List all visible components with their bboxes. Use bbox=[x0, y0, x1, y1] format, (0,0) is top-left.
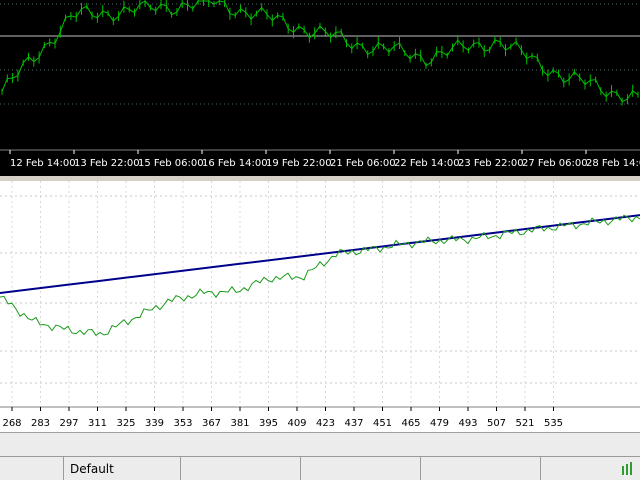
price-x-tick-label: 27 Feb 06:00 bbox=[522, 158, 588, 169]
status-divider bbox=[63, 457, 64, 480]
equity-x-tick-label: 493 bbox=[458, 418, 477, 429]
price-x-tick-label: 21 Feb 06:00 bbox=[330, 158, 396, 169]
equity-x-tick-label: 437 bbox=[344, 418, 363, 429]
equity-x-tick-label: 325 bbox=[116, 418, 135, 429]
equity-x-tick-label: 479 bbox=[430, 418, 449, 429]
price-x-tick-label: 12 Feb 14:00 bbox=[10, 158, 76, 169]
equity-x-tick-label: 311 bbox=[88, 418, 107, 429]
price-x-tick-label: 15 Feb 06:00 bbox=[138, 158, 204, 169]
price-x-tick-label: 23 Feb 22:00 bbox=[458, 158, 524, 169]
connection-status-icon[interactable] bbox=[622, 462, 636, 475]
status-bar: Default bbox=[0, 456, 640, 480]
equity-x-tick-label: 297 bbox=[59, 418, 78, 429]
equity-x-tick-label: 451 bbox=[373, 418, 392, 429]
equity-chart-svg[interactable]: 268 283 297 311 325 339 353 367 381 395 409 423 437 4… bbox=[0, 181, 640, 432]
equity-x-tick-label: 353 bbox=[173, 418, 192, 429]
equity-x-tick-label: 395 bbox=[259, 418, 278, 429]
equity-x-tick-label: 409 bbox=[287, 418, 306, 429]
equity-x-tick-label: 423 bbox=[316, 418, 335, 429]
status-divider bbox=[300, 457, 301, 480]
equity-chart[interactable]: 268 283 297 311 325 339 353 367 381 395 409 423 437 4… bbox=[0, 181, 640, 432]
equity-x-tick-label: 367 bbox=[202, 418, 221, 429]
price-x-tick-label: 28 Feb 14:00 bbox=[586, 158, 640, 169]
price-chart-svg[interactable]: 12 Feb 14:0013 Feb 22:0015 Feb 06:0016 F… bbox=[0, 0, 640, 176]
price-x-tick-label: 22 Feb 14:00 bbox=[394, 158, 460, 169]
equity-x-tick-label: 535 bbox=[544, 418, 563, 429]
price-x-tick-label: 19 Feb 22:00 bbox=[266, 158, 332, 169]
equity-x-tick-label: 507 bbox=[487, 418, 506, 429]
price-chart[interactable]: 12 Feb 14:00 13 Feb 22:00 15 Feb 06:00 16 F… bbox=[0, 0, 640, 176]
equity-chart-background bbox=[0, 181, 640, 432]
equity-x-tick-label: 521 bbox=[515, 418, 534, 429]
equity-x-tick-label: 339 bbox=[145, 418, 164, 429]
equity-x-tick-label: 268 bbox=[2, 418, 21, 429]
profile-label: Default bbox=[70, 462, 114, 476]
chart-scroll-area[interactable] bbox=[0, 432, 640, 456]
equity-x-tick-label: 465 bbox=[401, 418, 420, 429]
status-divider bbox=[540, 457, 541, 480]
equity-x-tick-label: 283 bbox=[31, 418, 50, 429]
price-x-tick-label: 16 Feb 14:00 bbox=[202, 158, 268, 169]
status-divider bbox=[420, 457, 421, 480]
price-x-tick-label: 13 Feb 22:00 bbox=[74, 158, 140, 169]
equity-x-tick-label: 381 bbox=[230, 418, 249, 429]
status-divider bbox=[180, 457, 181, 480]
